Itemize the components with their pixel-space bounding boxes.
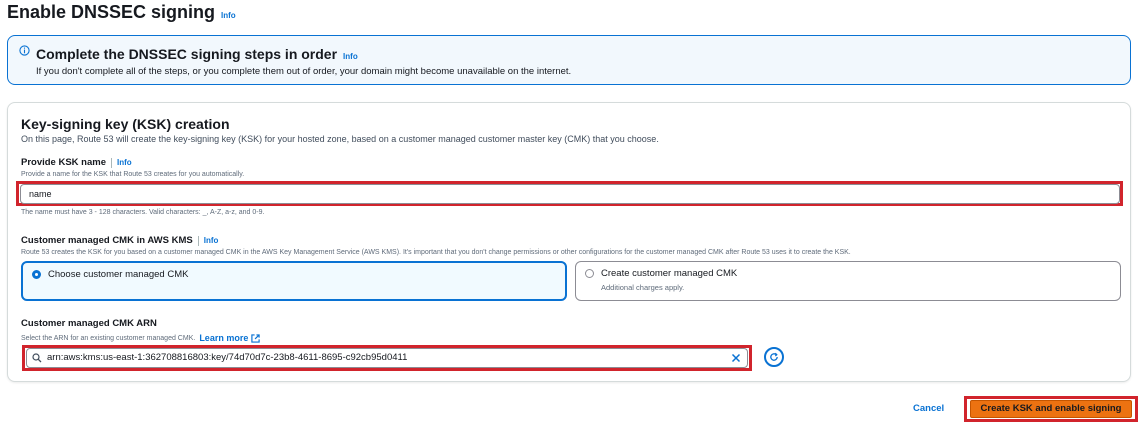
alert-body: If you don't complete all of the steps, … xyxy=(36,66,572,77)
refresh-icon xyxy=(770,352,778,361)
tile-choose-cmk[interactable]: Choose customer managed CMK xyxy=(21,261,567,301)
page-info-link[interactable]: Info xyxy=(221,11,236,20)
cmk-arn-label: Customer managed CMK ARN xyxy=(21,318,157,329)
cmk-arn-input[interactable]: arn:aws:kms:us-east-1:362708816803:key/7… xyxy=(26,348,748,368)
tile-create-cmk[interactable]: Create customer managed CMK Additional c… xyxy=(575,261,1121,301)
ksk-name-constraint: The name must have 3 - 128 characters. V… xyxy=(21,209,265,216)
create-ksk-button[interactable]: Create KSK and enable signing xyxy=(970,400,1132,418)
ksk-creation-container: Key-signing key (KSK) creation On this p… xyxy=(7,102,1131,382)
radio-create-cmk[interactable] xyxy=(585,269,594,278)
radio-choose-cmk[interactable] xyxy=(32,270,41,279)
tile-choose-cmk-label: Choose customer managed CMK xyxy=(48,269,189,280)
cmk-arn-value: arn:aws:kms:us-east-1:362708816803:key/7… xyxy=(47,352,408,363)
section-description: On this page, Route 53 will create the k… xyxy=(21,134,659,144)
tile-create-cmk-label: Create customer managed CMK xyxy=(601,268,738,279)
alert-title-text: Complete the DNSSEC signing steps in ord… xyxy=(36,46,338,62)
label-separator xyxy=(111,157,112,168)
ksk-name-label-text: Provide KSK name xyxy=(21,157,106,168)
search-icon xyxy=(32,353,42,363)
alert-info-link[interactable]: Info xyxy=(343,52,358,61)
cmk-arn-label-text: Customer managed CMK ARN xyxy=(21,318,157,329)
section-title: Key-signing key (KSK) creation xyxy=(21,116,230,132)
page-title-text: Enable DNSSEC signing xyxy=(7,2,216,22)
cmk-kms-info-link[interactable]: Info xyxy=(204,236,219,245)
cmk-arn-description-text: Select the ARN for an existing customer … xyxy=(21,334,196,342)
alert-title: Complete the DNSSEC signing steps in ord… xyxy=(36,46,358,62)
clear-icon[interactable] xyxy=(731,353,741,363)
external-link-icon xyxy=(251,333,261,343)
cancel-button[interactable]: Cancel xyxy=(913,403,944,414)
learn-more-link[interactable]: Learn more xyxy=(199,333,261,343)
tile-create-cmk-sublabel: Additional charges apply. xyxy=(601,283,685,292)
cmk-arn-description: Select the ARN for an existing customer … xyxy=(21,333,261,343)
cmk-kms-label: Customer managed CMK in AWS KMS Info xyxy=(21,235,218,246)
cmk-kms-label-text: Customer managed CMK in AWS KMS xyxy=(21,235,193,246)
learn-more-text: Learn more xyxy=(199,333,249,343)
refresh-button[interactable] xyxy=(764,347,784,367)
info-alert: Complete the DNSSEC signing steps in ord… xyxy=(7,35,1131,85)
label-separator xyxy=(197,235,199,246)
cmk-kms-description: Route 53 creates the KSK for you based o… xyxy=(21,249,851,256)
ksk-name-label: Provide KSK name Info xyxy=(21,157,132,168)
ksk-name-description: Provide a name for the KSK that Route 53… xyxy=(21,171,245,178)
ksk-name-input[interactable]: name xyxy=(20,184,1120,204)
info-circle-icon xyxy=(19,45,30,56)
ksk-name-info-link[interactable]: Info xyxy=(117,158,132,167)
page-title: Enable DNSSEC signing Info xyxy=(7,2,236,23)
